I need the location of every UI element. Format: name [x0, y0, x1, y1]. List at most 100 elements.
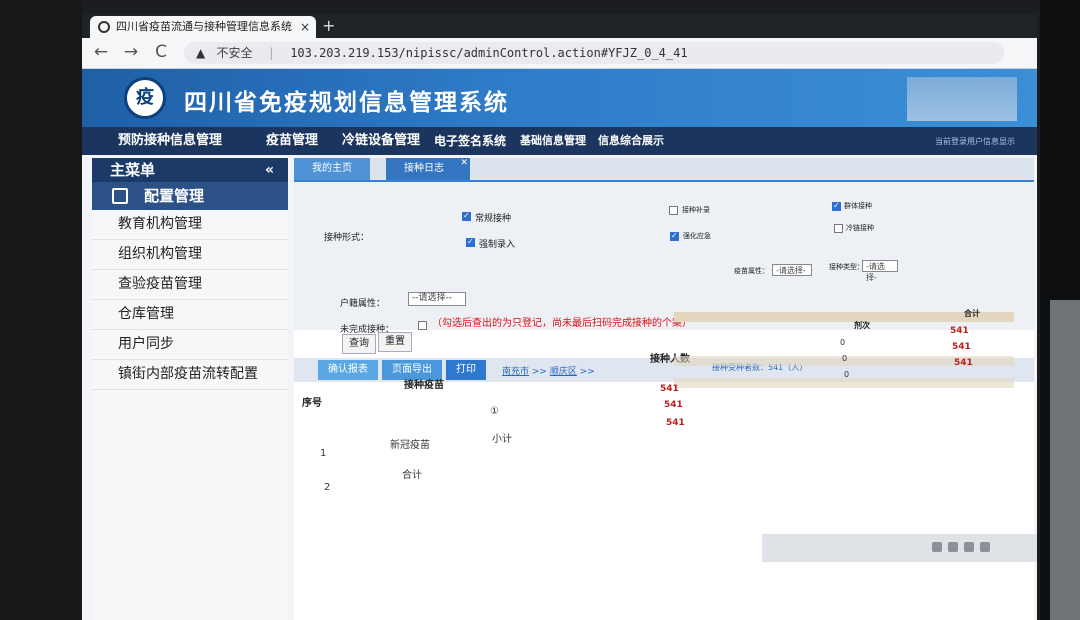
tab-vaccination-log-label: 接种日志 [404, 163, 444, 174]
subtotal-cell: 小计 [492, 434, 512, 445]
header-user-info: 当前登录用户信息显示 [935, 137, 1015, 146]
report-table: 剂次 合计 接种人数 接种受种者数：541（人） 接种疫苗 序号 541 541… [294, 309, 1034, 620]
query-button[interactable]: 查询 [342, 334, 376, 354]
count-cell-1: 541 [660, 384, 679, 394]
col-dose: 剂次 [854, 321, 870, 330]
hj-select[interactable]: --请选择-- [408, 292, 466, 306]
option-coldchain: 冷链接种 [846, 224, 874, 232]
dose-cell: ① [490, 406, 499, 417]
app-logo: 疫 [124, 77, 166, 119]
print-button[interactable]: 打印 [446, 360, 486, 380]
browser-tab[interactable]: 四川省疫苗流通与接种管理信息系统 × [90, 16, 316, 38]
jz-form-label: 接种形式： [324, 233, 370, 243]
vaccine-cell: 新冠疫苗 [390, 440, 430, 451]
col-vaccine: 接种疫苗 [404, 380, 444, 391]
nav-item-vaccine[interactable]: 疫苗管理 [266, 127, 318, 155]
checkbox-coldchain[interactable] [834, 224, 843, 233]
col-total: 合计 [964, 309, 980, 318]
crumb-district[interactable]: 顺庆区 [550, 367, 577, 377]
reload-icon[interactable]: C [150, 42, 172, 62]
checkbox-forced[interactable] [466, 237, 475, 247]
jz-type-select[interactable]: -请选择- [862, 260, 898, 282]
tray-network-icon[interactable] [932, 542, 942, 552]
option-supplement: 接种补录 [682, 206, 710, 214]
hj-label: 户籍属性： [340, 299, 386, 309]
checkbox-emergency[interactable] [670, 231, 679, 241]
site-favicon-icon [98, 21, 110, 33]
checkbox-group[interactable] [832, 201, 841, 211]
sidebar-section-config[interactable]: 配置管理 [92, 182, 288, 210]
back-icon[interactable]: ← [90, 42, 112, 62]
zero-1: 0 [840, 338, 846, 347]
tray-clock-icon[interactable] [980, 542, 990, 552]
incomplete-note: （勾选后查出的为只登记，尚未最后扫码完成接种的个案） [432, 318, 692, 329]
header-band [674, 312, 1014, 322]
option-routine: 常规接种 [475, 214, 512, 224]
sidebar-title: 主菜单 « [92, 158, 288, 182]
right-val-3: 541 [954, 358, 973, 368]
sidebar-item-town-config[interactable]: 镇街内部疫苗流转配置 [92, 360, 288, 390]
background-wall [1050, 300, 1080, 620]
right-val-2: 541 [952, 342, 971, 352]
checkbox-supplement[interactable] [669, 206, 678, 215]
vaccine-attr-select[interactable]: -请选择- [772, 264, 812, 276]
sidebar-item-education[interactable]: 教育机构管理 [92, 210, 288, 240]
tab-home[interactable]: 我的主页 [294, 158, 370, 180]
content-tabs: 我的主页 接种日志 ✕ [294, 158, 1034, 182]
sidebar-item-check-vaccine[interactable]: 查验疫苗管理 [92, 270, 288, 300]
system-tray [762, 534, 1037, 562]
sidebar: 主菜单 « 配置管理 教育机构管理 组织机构管理 查验疫苗管理 仓库管理 用户同… [92, 158, 288, 620]
seq-cell-2: 2 [324, 482, 331, 493]
nav-item-esign[interactable]: 电子签名系统 [434, 127, 506, 155]
jz-type-label: 接种类型： [829, 263, 864, 271]
reset-button[interactable]: 重置 [378, 332, 412, 352]
count-cell-3: 541 [666, 418, 685, 428]
collapse-icon[interactable]: « [265, 158, 274, 182]
nav-item-info[interactable]: 信息综合展示 [598, 127, 664, 155]
insecure-label: 不安全 [216, 46, 253, 60]
url-text: 103.203.219.153/nipissc/adminControl.act… [290, 46, 688, 60]
confirm-report-button[interactable]: 确认报表 [318, 360, 378, 380]
sidebar-title-text: 主菜单 [110, 161, 156, 179]
close-tab-x-icon[interactable]: ✕ [460, 152, 468, 174]
count-cell-2: 541 [664, 400, 683, 410]
checkbox-incomplete[interactable] [418, 321, 427, 330]
header-decoration [907, 77, 1017, 121]
close-tab-icon[interactable]: × [300, 16, 310, 38]
total-label-cell: 合计 [402, 470, 422, 481]
col-seq: 序号 [302, 398, 322, 409]
checkbox-routine[interactable] [462, 211, 471, 221]
new-tab-button[interactable]: + [322, 15, 335, 37]
seq-cell-1: 1 [320, 448, 327, 459]
vaccine-attr-label: 疫苗属性： [734, 267, 769, 275]
sidebar-item-warehouse[interactable]: 仓库管理 [92, 300, 288, 330]
crumb-separator: >> [531, 367, 547, 377]
screen: 四川省疫苗流通与接种管理信息系统 × + ← → C ▲ 不安全 | 103.2… [82, 14, 1037, 620]
top-navigation: 预防接种信息管理 疫苗管理 冷链设备管理 电子签名系统 基础信息管理 信息综合展… [82, 127, 1037, 155]
crumb-city[interactable]: 南充市 [502, 367, 529, 377]
tray-volume-icon[interactable] [948, 542, 958, 552]
tab-vaccination-log[interactable]: 接种日志 ✕ [386, 158, 470, 180]
nav-item-basic[interactable]: 基础信息管理 [520, 127, 586, 155]
nav-item-coldchain[interactable]: 冷链设备管理 [342, 127, 420, 155]
browser-tabstrip: 四川省疫苗流通与接种管理信息系统 × + [82, 14, 1037, 38]
browser-tab-title: 四川省疫苗流通与接种管理信息系统 [116, 20, 292, 33]
sidebar-item-user-sync[interactable]: 用户同步 [92, 330, 288, 360]
row-band-2 [674, 378, 1014, 388]
crumb-separator-2: >> [579, 367, 595, 377]
nav-item-vaccination[interactable]: 预防接种信息管理 [118, 127, 222, 155]
zero-3: 0 [844, 370, 850, 379]
option-emergency: 强化应急 [683, 232, 711, 240]
sidebar-item-organization[interactable]: 组织机构管理 [92, 240, 288, 270]
option-group: 群体接种 [844, 202, 872, 210]
breadcrumb: 南充市 >> 顺庆区 >> [502, 364, 595, 377]
tray-ime-icon[interactable] [964, 542, 974, 552]
address-bar[interactable]: ▲ 不安全 | 103.203.219.153/nipissc/adminCon… [184, 42, 1004, 64]
config-icon [112, 188, 128, 204]
browser-toolbar: ← → C ▲ 不安全 | 103.203.219.153/nipissc/ad… [82, 38, 1037, 69]
monitor-bezel [0, 0, 82, 620]
forward-icon[interactable]: → [120, 42, 142, 62]
warning-icon: ▲ [196, 46, 206, 60]
filter-panel: 接种形式： 常规接种 接种补录 群体接种 强制录入 强化应急 冷链接种 疫苗属性… [294, 182, 1034, 335]
app-header: 疫 四川省免疫规划信息管理系统 [82, 69, 1037, 127]
